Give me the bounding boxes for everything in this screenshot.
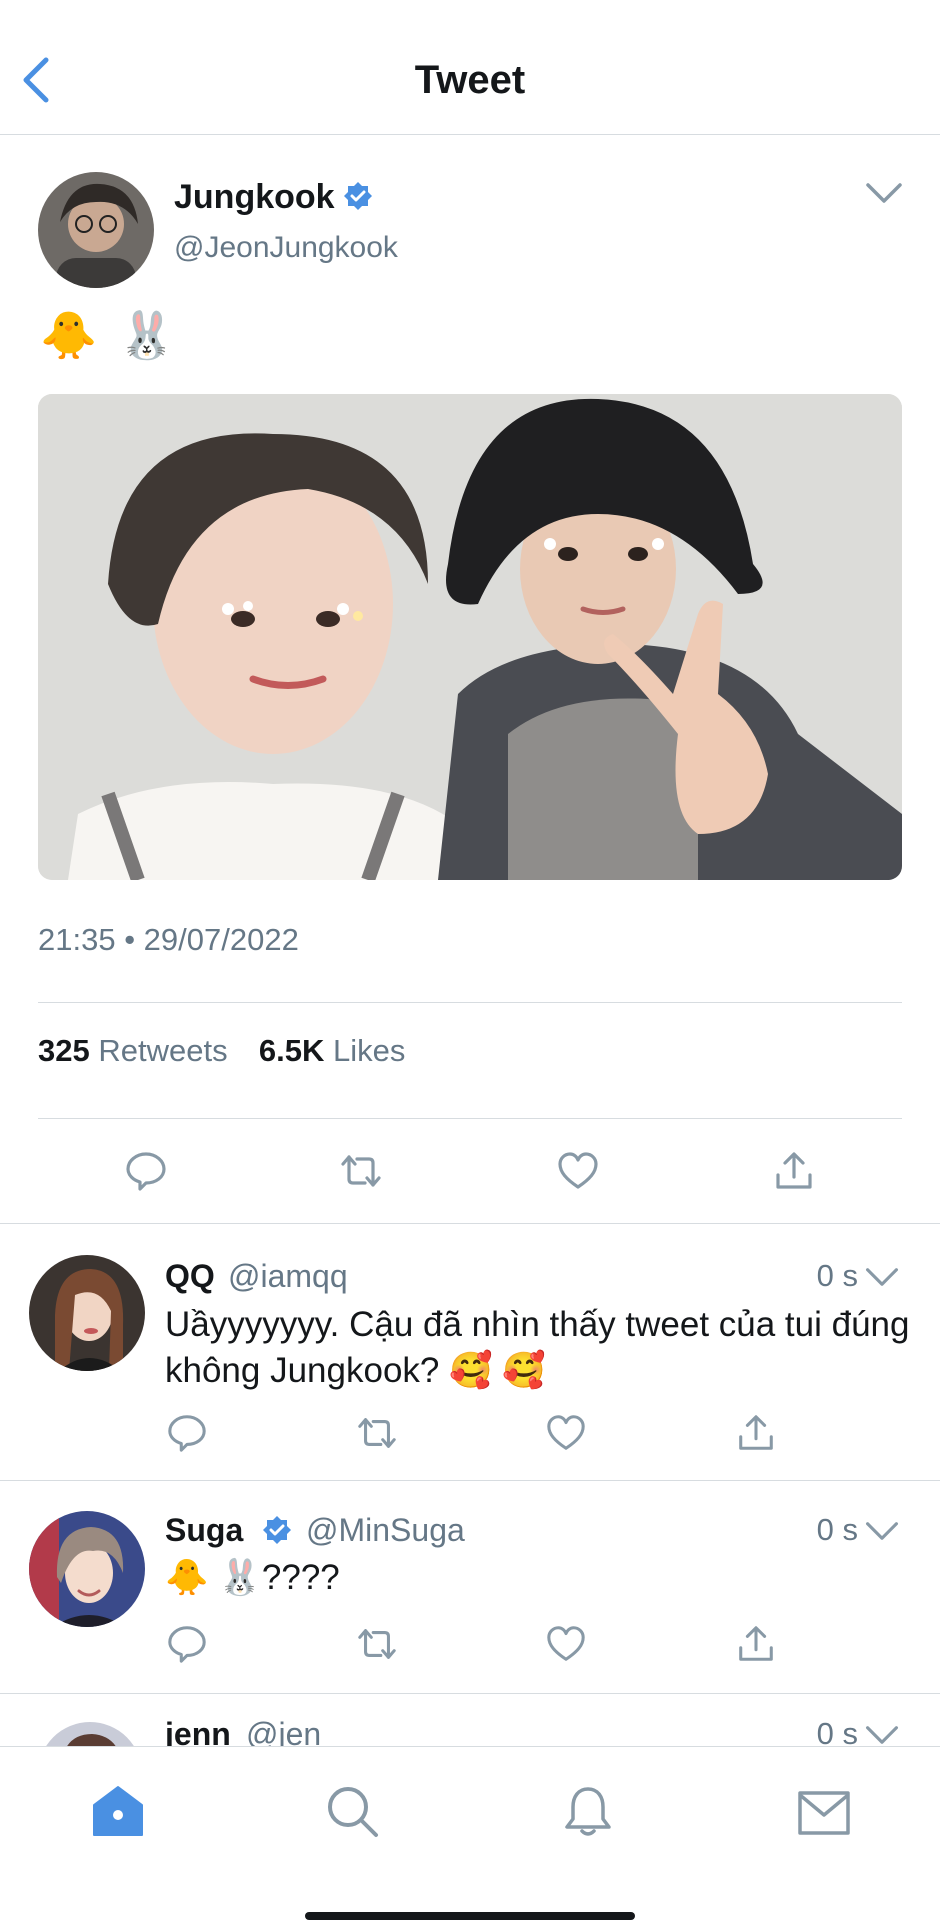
share-icon[interactable] xyxy=(735,1412,777,1454)
verified-badge-icon xyxy=(263,1516,291,1544)
reply-icon[interactable] xyxy=(166,1412,208,1454)
rabbit-emoji: 🐰 xyxy=(118,309,176,361)
author-name[interactable]: Jungkook xyxy=(174,175,335,219)
likes-count[interactable]: 6.5K xyxy=(259,1033,324,1068)
share-icon[interactable] xyxy=(735,1623,777,1665)
top-bar: Tweet xyxy=(0,0,940,135)
chick-emoji: 🐥 xyxy=(40,309,98,361)
reply-avatar[interactable] xyxy=(38,1722,142,1746)
tweet-timestamp: 21:35 • 29/07/2022 xyxy=(38,922,299,957)
tweet-photo[interactable] xyxy=(38,394,902,880)
like-icon[interactable] xyxy=(545,1623,587,1665)
page-title: Tweet xyxy=(414,58,526,102)
reply-icon[interactable] xyxy=(124,1149,168,1193)
retweet-icon[interactable] xyxy=(356,1623,398,1665)
share-icon[interactable] xyxy=(772,1149,816,1193)
notifications-icon[interactable] xyxy=(560,1783,616,1839)
retweet-icon[interactable] xyxy=(356,1412,398,1454)
reply-author-name[interactable]: jenn xyxy=(165,1714,231,1746)
author-avatar[interactable] xyxy=(38,172,154,288)
like-icon[interactable] xyxy=(545,1412,587,1454)
reply-avatar[interactable] xyxy=(29,1511,145,1627)
retweets-count[interactable]: 325 xyxy=(38,1033,90,1068)
home-indicator xyxy=(305,1912,635,1920)
retweets-label[interactable]: Retweets xyxy=(98,1033,227,1068)
main-tweet: Jungkook @JeonJungkook 🐥 🐰 21:35 • 29/07… xyxy=(0,135,940,1224)
reply-text: Uầyyyyyyy. Cậu đã nhìn thấy tweet của tu… xyxy=(165,1305,910,1390)
search-icon[interactable] xyxy=(324,1783,380,1839)
reply-author-handle[interactable]: @iamqq xyxy=(228,1256,348,1296)
chevron-down-icon[interactable] xyxy=(864,1520,900,1542)
reply-author-name[interactable]: QQ xyxy=(165,1256,215,1296)
author-handle[interactable]: @JeonJungkook xyxy=(174,228,398,268)
like-icon[interactable] xyxy=(556,1149,600,1193)
home-icon[interactable] xyxy=(90,1783,146,1839)
chevron-down-icon[interactable] xyxy=(864,181,904,205)
likes-label[interactable]: Likes xyxy=(333,1033,405,1068)
reply-time: 0 s xyxy=(816,1716,858,1746)
tweet-stats: 325 Retweets 6.5K Likes xyxy=(38,1031,405,1071)
verified-badge-icon xyxy=(344,182,372,210)
chevron-down-icon[interactable] xyxy=(864,1724,900,1746)
reply-author-handle[interactable]: @MinSuga xyxy=(306,1510,465,1550)
reply-text: 🐥 🐰???? xyxy=(165,1558,340,1597)
messages-icon[interactable] xyxy=(796,1785,852,1841)
reply-icon[interactable] xyxy=(166,1623,208,1665)
reply-time: 0 s xyxy=(816,1258,858,1293)
reply-author-handle[interactable]: @jen xyxy=(246,1714,321,1746)
reply-tweet[interactable]: Suga @MinSuga 0 s 🐥 🐰???? xyxy=(0,1481,940,1694)
chevron-down-icon[interactable] xyxy=(864,1266,900,1288)
reply-author-name[interactable]: Suga xyxy=(165,1510,243,1550)
bottom-tab-bar xyxy=(0,1746,940,1921)
reply-tweet[interactable]: jenn @jen 0 s xyxy=(0,1694,940,1746)
reply-avatar[interactable] xyxy=(29,1255,145,1371)
divider xyxy=(38,1118,902,1119)
divider xyxy=(38,1002,902,1003)
reply-tweet[interactable]: QQ @iamqq 0 s Uầyyyyyyy. Cậu đã nhìn thấ… xyxy=(0,1224,940,1481)
retweet-icon[interactable] xyxy=(339,1149,383,1193)
reply-time: 0 s xyxy=(816,1512,858,1547)
